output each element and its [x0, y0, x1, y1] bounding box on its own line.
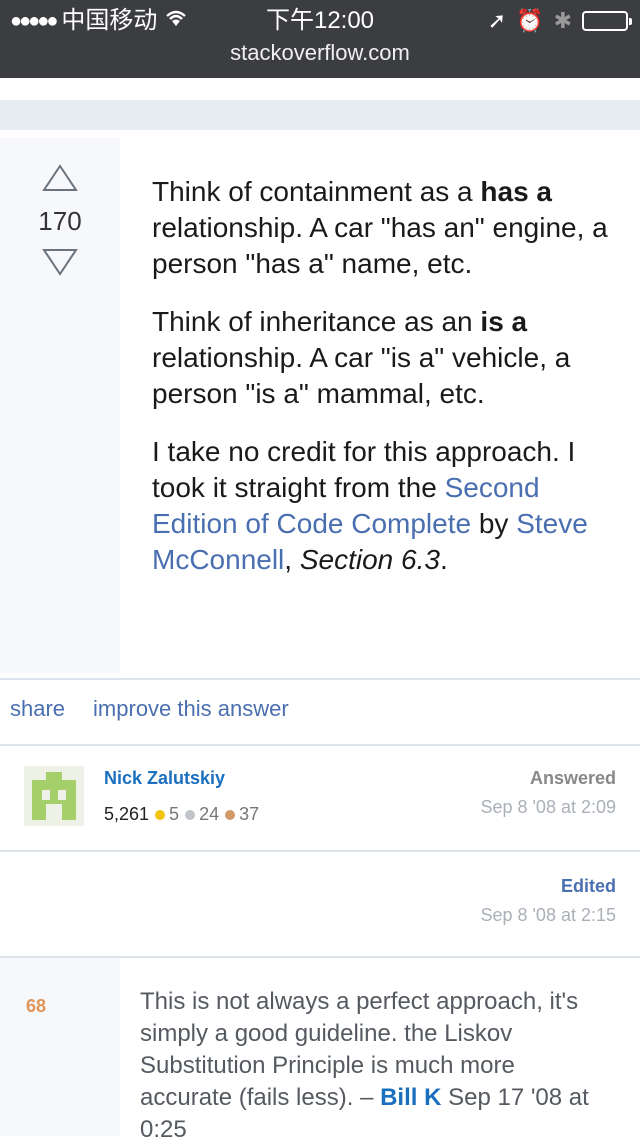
author-name[interactable]: Nick Zalutskiy — [104, 768, 225, 789]
answer-bold-text: is a — [480, 306, 528, 337]
answer-text: Think of containment as a — [152, 176, 481, 207]
gold-badge-count: 5 — [169, 804, 180, 824]
comment-score-column: 68 — [0, 958, 120, 1136]
answer-paragraph: I take no credit for this approach. I to… — [152, 434, 612, 578]
edited-label[interactable]: Edited — [480, 876, 616, 897]
status-and-url-bar: ●●●●● 中国移动 下午12:00 ➚ ⏰ ✱ stackoverflow.c… — [0, 0, 640, 78]
divider — [0, 678, 640, 680]
comment-score: 68 — [26, 996, 47, 1016]
answered-meta: Answered Sep 8 '08 at 2:09 — [480, 768, 616, 818]
vote-count: 170 — [38, 206, 82, 236]
answer-text: Think of inheritance as an — [152, 306, 481, 337]
answer-text: relationship. A car "is a" vehicle, a pe… — [152, 342, 571, 409]
author-card: Nick Zalutskiy 5,261 5 24 37 Answered Se… — [0, 746, 640, 850]
answer-italic-text: Section 6.3 — [299, 544, 440, 575]
answer-paragraph: Think of containment as a has a relation… — [152, 174, 612, 282]
bluetooth-icon: ✱ — [553, 8, 572, 33]
answered-date: Sep 8 '08 at 2:09 — [480, 797, 616, 817]
comment-text: This is not always a perfect approach, i… — [140, 986, 610, 1146]
answer-text: relationship. A car "has an" engine, a p… — [152, 212, 608, 279]
status-right: ➚ ⏰ ✱ — [487, 6, 632, 36]
avatar[interactable] — [24, 766, 84, 826]
answer-text: , — [284, 544, 300, 575]
upvote-arrow-icon[interactable] — [42, 164, 78, 192]
answer: 170 Think of containment as a has a rela… — [0, 138, 640, 673]
answer-text: . — [439, 544, 448, 575]
reputation-score: 5,261 — [104, 804, 150, 824]
improve-answer-link[interactable]: improve this answer — [93, 696, 289, 722]
alarm-icon: ⏰ — [516, 8, 544, 33]
silver-badge-count: 24 — [199, 804, 220, 824]
downvote-arrow-icon[interactable] — [42, 248, 78, 276]
silver-badge-icon — [185, 809, 196, 820]
answer-body: Think of containment as a has a relation… — [152, 174, 612, 600]
answer-text: by — [471, 508, 517, 539]
edited-card: Edited Sep 8 '08 at 2:15 — [0, 852, 640, 956]
bronze-badge-count: 37 — [239, 804, 260, 824]
author-reputation: 5,261 5 24 37 — [104, 804, 259, 825]
url-bar[interactable]: stackoverflow.com — [0, 38, 640, 68]
comment: 68 This is not always a perfect approach… — [0, 958, 640, 1143]
answer-bold-text: has a — [480, 176, 553, 207]
edited-meta: Edited Sep 8 '08 at 2:15 — [480, 876, 616, 926]
identicon-icon — [32, 772, 76, 820]
comment-user-link[interactable]: Bill K — [380, 1084, 441, 1111]
answered-label: Answered — [529, 768, 616, 788]
answer-actions: share improve this answer — [10, 696, 289, 722]
vote-column: 170 — [0, 138, 120, 673]
location-icon: ➚ — [487, 8, 507, 33]
bronze-badge-icon — [225, 809, 236, 820]
share-link[interactable]: share — [10, 696, 65, 722]
section-separator — [0, 100, 640, 130]
edited-date: Sep 8 '08 at 2:15 — [480, 905, 616, 925]
answer-paragraph: Think of inheritance as an is a relation… — [152, 304, 612, 412]
battery-icon — [582, 11, 632, 31]
gold-badge-icon — [155, 809, 166, 820]
